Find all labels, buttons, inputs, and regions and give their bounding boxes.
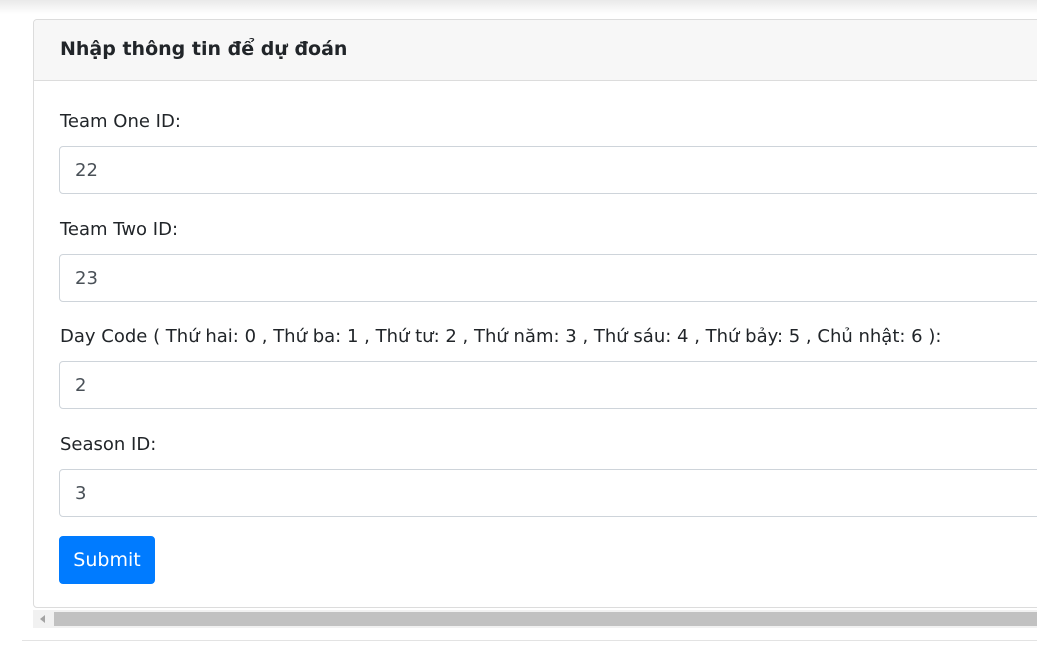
team-one-input[interactable] [59,146,1037,194]
triangle-left-icon [40,615,45,623]
team-two-input[interactable] [59,254,1037,302]
card-header: Nhập thông tin để dự đoán [34,20,1037,81]
top-shadow [0,0,1037,14]
scroll-left-icon[interactable] [33,610,53,628]
season-input[interactable] [59,469,1037,517]
team-two-label: Team Two ID: [60,219,179,240]
prediction-form-card: Nhập thông tin để dự đoán Team One ID: T… [33,19,1037,608]
season-label: Season ID: [60,434,157,455]
submit-button[interactable]: Submit [59,536,155,584]
divider [22,640,1037,641]
horizontal-scrollbar[interactable] [33,610,1037,628]
day-code-label: Day Code ( Thứ hai: 0 , Thứ ba: 1 , Thứ … [60,326,942,347]
scrollbar-thumb[interactable] [54,612,1037,626]
card-title: Nhập thông tin để dự đoán [60,38,348,60]
team-one-label: Team One ID: [60,111,181,132]
day-code-input[interactable] [59,361,1037,409]
